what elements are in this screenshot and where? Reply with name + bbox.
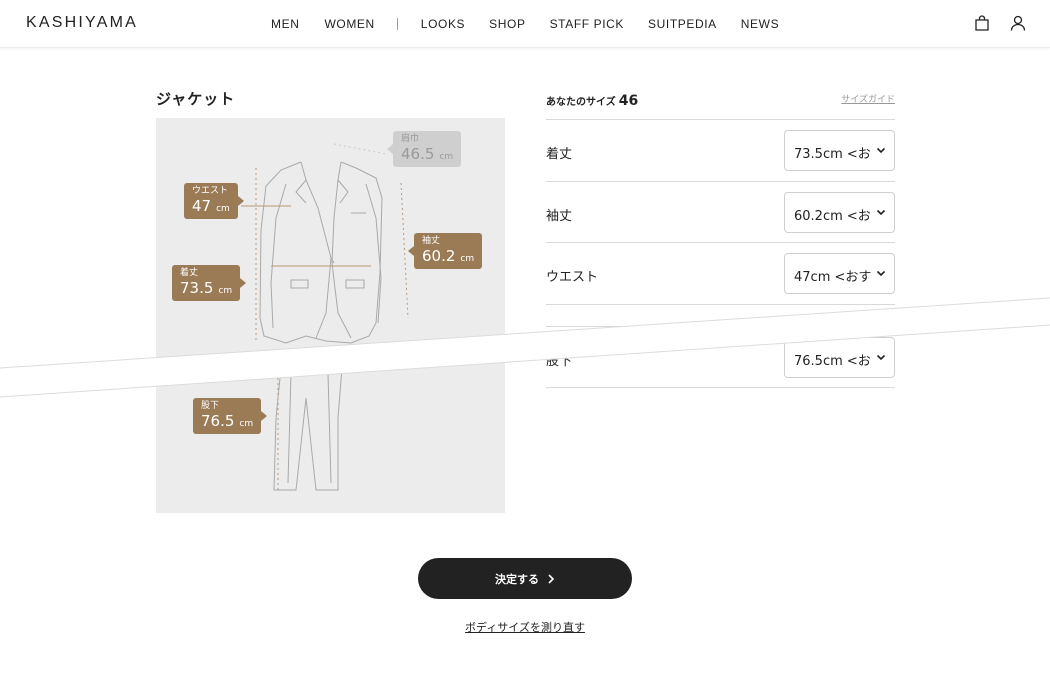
measurement-row-sleeve: 袖丈 60.2cm <お: [546, 182, 895, 243]
section-title: ジャケット: [156, 90, 236, 108]
chevron-down-icon: [876, 270, 886, 277]
remeasure-container: ボディサイズを測り直す: [0, 619, 1050, 635]
measurement-row-hidden: [546, 305, 895, 327]
chevron-right-icon: [548, 573, 555, 584]
shopping-bag-icon[interactable]: [974, 15, 990, 31]
size-guide-link[interactable]: サイズガイド: [841, 92, 895, 105]
your-size-value: 46: [618, 93, 639, 109]
nav-men[interactable]: MEN: [271, 17, 299, 31]
measurement-list: 着丈 73.5cm <お 袖丈 60.2cm <お ウエスト 47cm <おす …: [546, 119, 895, 388]
jacket-length-tag: 着丈 73.5 cm: [172, 265, 247, 301]
header-icons: [974, 15, 1026, 31]
site-header: KASHIYAMA MEN WOMEN LOOKS SHOP STAFF PIC…: [0, 0, 1050, 48]
your-size-header: あなたのサイズ 46 サイズガイド: [546, 90, 895, 118]
suit-sketch: [241, 143, 409, 493]
decide-button[interactable]: 決定する: [418, 558, 632, 599]
your-size-label: あなたのサイズ: [546, 97, 616, 108]
waist-select[interactable]: 47cm <おす: [784, 253, 895, 294]
measurement-row-waist: ウエスト 47cm <おす: [546, 243, 895, 305]
inseam-select[interactable]: 76.5cm <お: [784, 336, 895, 378]
remeasure-link[interactable]: ボディサイズを測り直す: [465, 621, 585, 634]
chevron-down-icon: [876, 209, 886, 215]
chevron-down-icon: [876, 147, 886, 154]
nav-shop[interactable]: SHOP: [489, 17, 525, 31]
waist-tag: ウエスト 47 cm: [184, 183, 244, 219]
sleeve-length-tag: 袖丈 60.2 cm: [408, 233, 483, 269]
measurement-row-length: 着丈 73.5cm <お: [546, 120, 895, 182]
measurement-row-inseam: 股下 76.5cm <お: [546, 327, 895, 388]
site-logo[interactable]: KASHIYAMA: [26, 14, 138, 32]
user-icon[interactable]: [1010, 15, 1026, 31]
row-label: 着丈: [546, 147, 573, 162]
chevron-down-icon: [876, 354, 886, 360]
suit-measurement-figure: 肩巾 46.5 cm ウエスト 47 cm 袖丈 60.2 cm 着丈 73.5 cm …: [156, 118, 505, 513]
length-select[interactable]: 73.5cm <お: [784, 130, 895, 171]
shoulder-width-tag: 肩巾 46.5 cm: [387, 131, 462, 167]
row-label: 股下: [546, 353, 573, 369]
main-nav: MEN WOMEN LOOKS SHOP STAFF PICK SUITPEDI…: [271, 17, 779, 31]
nav-divider: [396, 18, 398, 30]
sleeve-select[interactable]: 60.2cm <お: [784, 191, 895, 233]
nav-women[interactable]: WOMEN: [324, 17, 374, 31]
nav-news[interactable]: NEWS: [741, 17, 779, 31]
nav-suitpedia[interactable]: SUITPEDIA: [648, 17, 717, 31]
nav-looks[interactable]: LOOKS: [421, 17, 465, 31]
row-label: 袖丈: [546, 208, 573, 224]
row-label: ウエスト: [546, 270, 599, 285]
nav-staff-pick[interactable]: STAFF PICK: [550, 17, 624, 31]
inseam-tag: 股下 76.5 cm: [193, 398, 268, 434]
